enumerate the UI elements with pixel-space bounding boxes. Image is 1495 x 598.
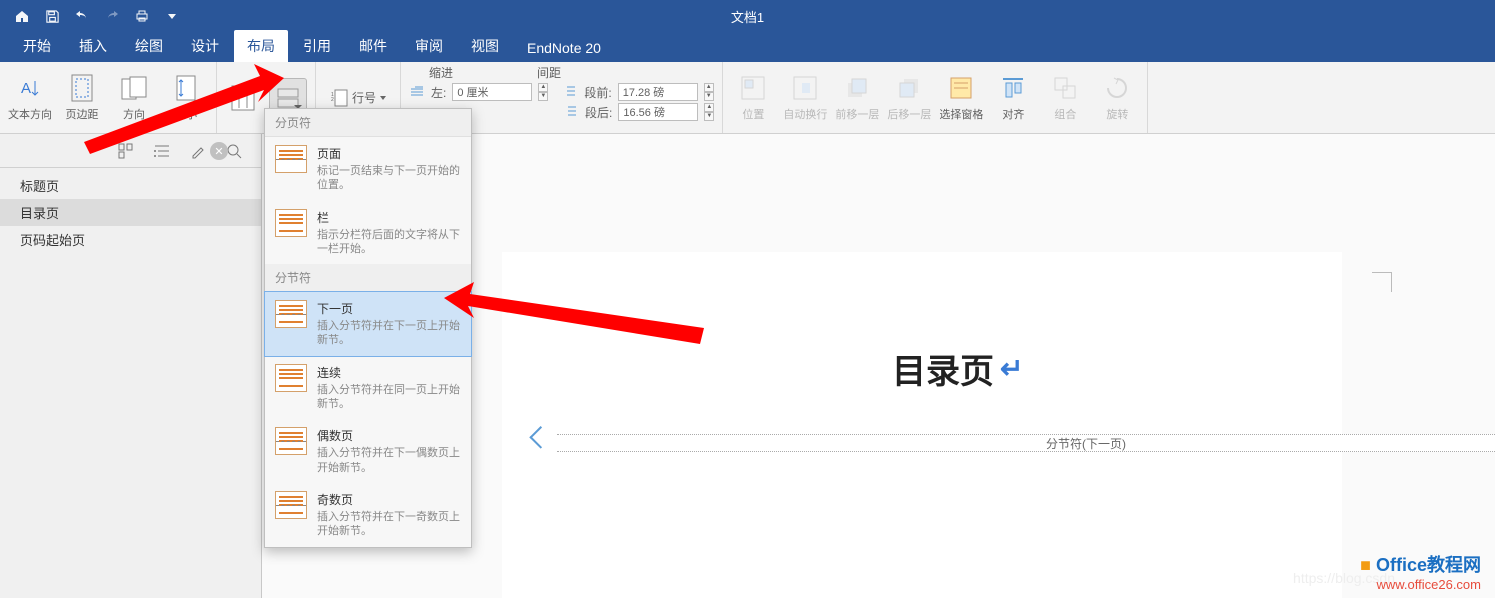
indent-left-input[interactable]: 0 厘米: [452, 83, 532, 101]
position-button: 位置: [731, 74, 775, 122]
tab-home[interactable]: 开始: [10, 30, 64, 62]
tab-design[interactable]: 设计: [178, 30, 232, 62]
nav-edit-icon[interactable]: [189, 142, 207, 160]
column-break-icon: [275, 209, 307, 237]
text-direction-button[interactable]: A 文本方向: [8, 74, 52, 122]
nav-item-title-page[interactable]: 标题页: [0, 172, 261, 199]
svg-text:A: A: [21, 80, 31, 97]
space-after-spinner[interactable]: ▲▼: [704, 103, 714, 121]
dd-item-odd-page[interactable]: 奇数页插入分节符并在下一奇数页上开始新节。: [265, 483, 471, 547]
watermark: ■ Office教程网 www.office26.com: [1360, 551, 1481, 592]
orientation-button[interactable]: 方向: [112, 74, 156, 122]
ribbon: A 文本方向 页边距 方向 大小 12 行号 缩进: [0, 62, 1495, 134]
svg-text:2: 2: [331, 97, 334, 103]
home-icon[interactable]: [14, 8, 30, 24]
tab-endnote[interactable]: EndNote 20: [514, 34, 614, 62]
tab-view[interactable]: 视图: [458, 30, 512, 62]
line-numbers-button[interactable]: 12 行号: [324, 87, 392, 109]
dd-section-section-breaks: 分节符: [265, 264, 471, 292]
forward-button: 前移一层: [835, 74, 879, 122]
tab-references[interactable]: 引用: [290, 30, 344, 62]
tab-draw[interactable]: 绘图: [122, 30, 176, 62]
nav-outline-icon[interactable]: [153, 142, 171, 160]
space-before-spinner[interactable]: ▲▼: [704, 83, 714, 101]
dd-section-page-breaks: 分页符: [265, 109, 471, 137]
section-break-indicator: 分节符(下一页): [557, 434, 1495, 452]
nav-item-pagenum-start[interactable]: 页码起始页: [0, 226, 261, 253]
window-title: 文档1: [731, 7, 764, 26]
tab-review[interactable]: 审阅: [402, 30, 456, 62]
page-heading: 目录页 ↵: [892, 344, 1023, 393]
breaks-dropdown: 分页符 页面标记一页结束与下一页开始的位置。 栏指示分栏符后面的文字将从下一栏开…: [264, 108, 472, 548]
space-before-input[interactable]: 17.28 磅: [618, 83, 698, 101]
indent-left-icon: [409, 85, 425, 99]
page: [502, 252, 1342, 598]
dd-item-even-page[interactable]: 偶数页插入分节符并在下一偶数页上开始新节。: [265, 419, 471, 483]
continuous-break-icon: [275, 364, 307, 392]
tab-mailings[interactable]: 邮件: [346, 30, 400, 62]
dd-item-continuous[interactable]: 连续插入分节符并在同一页上开始新节。: [265, 356, 471, 420]
spacing-header: 间距: [537, 64, 561, 81]
tab-insert[interactable]: 插入: [66, 30, 120, 62]
margins-button[interactable]: 页边距: [60, 74, 104, 122]
align-button[interactable]: 对齐: [991, 74, 1035, 122]
page-corner-marker: [1372, 272, 1392, 292]
indent-header: 缩进: [429, 64, 453, 81]
dd-item-next-page[interactable]: 下一页插入分节符并在下一页上开始新节。: [264, 291, 472, 357]
nav-item-toc-page[interactable]: 目录页: [0, 199, 261, 226]
ribbon-tabs: 开始 插入 绘图 设计 布局 引用 邮件 审阅 视图 EndNote 20: [0, 32, 1495, 62]
next-page-break-icon: [275, 300, 307, 328]
space-before-icon: [564, 85, 578, 99]
nav-thumbs-icon[interactable]: [117, 142, 135, 160]
backward-button: 后移一层: [887, 74, 931, 122]
redo-icon[interactable]: [104, 8, 120, 24]
size-button[interactable]: 大小: [164, 74, 208, 122]
print-icon[interactable]: [134, 8, 150, 24]
dd-item-column[interactable]: 栏指示分栏符后面的文字将从下一栏开始。: [265, 201, 471, 265]
space-after-icon: [565, 105, 579, 119]
undo-icon[interactable]: [74, 8, 90, 24]
columns-button[interactable]: [225, 84, 261, 112]
page-break-icon: [275, 145, 307, 173]
rotate-button: 旋转: [1095, 74, 1139, 122]
save-icon[interactable]: [44, 8, 60, 24]
qat-dropdown-icon[interactable]: [164, 8, 180, 24]
odd-page-break-icon: [275, 491, 307, 519]
dd-item-page[interactable]: 页面标记一页结束与下一页开始的位置。: [265, 137, 471, 201]
navigation-pane: ✕ 标题页 目录页 页码起始页: [0, 134, 262, 598]
wrap-button: 自动换行: [783, 74, 827, 122]
even-page-break-icon: [275, 427, 307, 455]
space-after-input[interactable]: 16.56 磅: [618, 103, 698, 121]
indent-left-spinner[interactable]: ▲▼: [538, 83, 548, 101]
title-bar: 文档1: [0, 0, 1495, 32]
tab-layout[interactable]: 布局: [234, 30, 288, 62]
selection-pane-button[interactable]: 选择窗格: [939, 74, 983, 122]
quick-access-toolbar: [0, 8, 194, 24]
group-button: 组合: [1043, 74, 1087, 122]
nav-close-button[interactable]: ✕: [210, 142, 228, 160]
paragraph-mark-icon: ↵: [1000, 352, 1023, 385]
